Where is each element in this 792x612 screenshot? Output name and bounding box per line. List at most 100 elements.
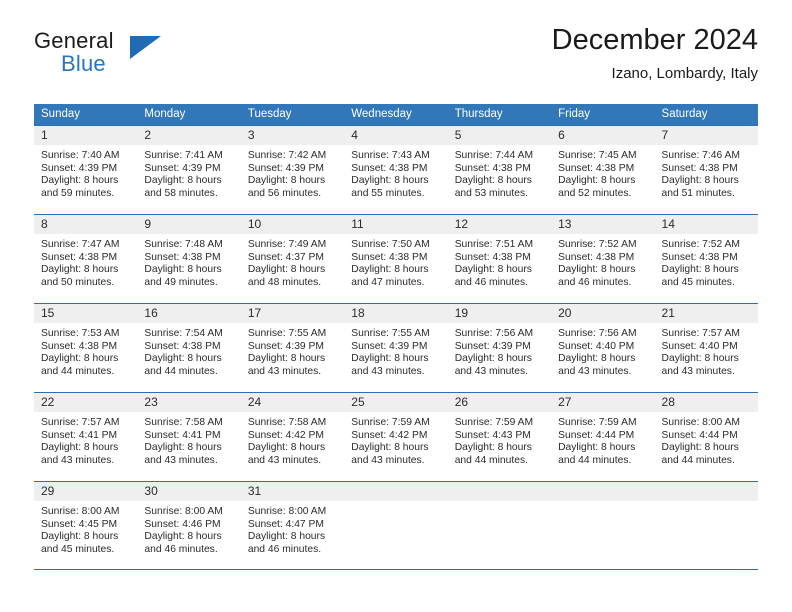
daylight-text-line1: Daylight: 8 hours [661, 353, 739, 365]
day-number: 26 [454, 395, 469, 409]
day-number-band: 28 [654, 393, 758, 412]
day-cell[interactable]: 14 Sunrise: 7:52 AM Sunset: 4:38 PM Dayl… [654, 215, 758, 303]
daylight-text-line2: and 59 minutes. [41, 187, 115, 199]
day-number-band: 18 [344, 304, 448, 323]
day-number: 27 [558, 395, 572, 409]
sunrise-text: Sunrise: 7:59 AM [351, 417, 430, 428]
day-cell[interactable]: 12 Sunrise: 7:51 AM Sunset: 4:38 PM Dayl… [447, 215, 552, 303]
daylight-text-line1: Daylight: 8 hours [247, 175, 326, 187]
day-cell[interactable]: 10 Sunrise: 7:49 AM Sunset: 4:37 PM Dayl… [240, 215, 345, 303]
day-cell[interactable]: 17 Sunrise: 7:55 AM Sunset: 4:39 PM Dayl… [240, 304, 345, 392]
title-block: December 2024 Izano, Lombardy, Italy [552, 22, 758, 85]
day-cell[interactable]: 5 Sunrise: 7:44 AM Sunset: 4:38 PM Dayli… [447, 126, 552, 214]
day-number-band: 16 [137, 304, 241, 323]
daylight-text-line2: and 44 minutes. [661, 454, 735, 466]
sunrise-text: Sunrise: 7:56 AM [558, 328, 637, 339]
day-cell[interactable]: 2 Sunrise: 7:41 AM Sunset: 4:39 PM Dayli… [137, 126, 241, 214]
day-cell[interactable]: 18 Sunrise: 7:55 AM Sunset: 4:39 PM Dayl… [344, 304, 448, 392]
day-number-band: 24 [240, 393, 345, 412]
day-number-band: 1 [34, 126, 138, 145]
day-cell[interactable]: 23 Sunrise: 7:58 AM Sunset: 4:41 PM Dayl… [137, 393, 241, 481]
sunset-text: Sunset: 4:38 PM [661, 162, 738, 174]
sunrise-text: Sunrise: 7:58 AM [144, 417, 223, 428]
page-header: General Blue December 2024 Izano, Lombar… [34, 24, 758, 94]
daylight-text-line1: Daylight: 8 hours [661, 264, 739, 276]
sunrise-text: Sunrise: 8:00 AM [247, 506, 327, 517]
day-cell[interactable]: 8 Sunrise: 7:47 AM Sunset: 4:38 PM Dayli… [34, 215, 138, 303]
daylight-text-line1: Daylight: 8 hours [351, 353, 429, 365]
sunset-text: Sunset: 4:40 PM [661, 340, 738, 352]
day-number-band: 13 [551, 215, 655, 234]
day-details: Sunrise: 7:43 AM Sunset: 4:38 PM Dayligh… [344, 145, 447, 200]
day-cell[interactable]: 13 Sunrise: 7:52 AM Sunset: 4:38 PM Dayl… [551, 215, 655, 303]
sunset-text: Sunset: 4:41 PM [41, 429, 118, 441]
sunset-text: Sunset: 4:39 PM [247, 340, 324, 352]
sunset-text: Sunset: 4:47 PM [247, 518, 324, 530]
daylight-text-line2: and 56 minutes. [247, 187, 322, 199]
day-cell[interactable]: 26 Sunrise: 7:59 AM Sunset: 4:43 PM Dayl… [447, 393, 552, 481]
daylight-text-line1: Daylight: 8 hours [247, 531, 326, 543]
day-cell[interactable]: 6 Sunrise: 7:45 AM Sunset: 4:38 PM Dayli… [551, 126, 655, 214]
day-cell[interactable]: 11 Sunrise: 7:50 AM Sunset: 4:38 PM Dayl… [344, 215, 448, 303]
sunrise-text: Sunrise: 7:45 AM [558, 150, 637, 161]
day-cell[interactable]: 1 Sunrise: 7:40 AM Sunset: 4:39 PM Dayli… [34, 126, 138, 214]
day-cell[interactable]: 15 Sunrise: 7:53 AM Sunset: 4:38 PM Dayl… [34, 304, 138, 392]
day-number-band: 5 [447, 126, 552, 145]
day-details: Sunrise: 7:40 AM Sunset: 4:39 PM Dayligh… [34, 145, 137, 200]
day-number-band: 3 [240, 126, 345, 145]
sunset-text: Sunset: 4:38 PM [351, 251, 428, 263]
daylight-text-line1: Daylight: 8 hours [41, 531, 119, 543]
page-title: December 2024 [551, 24, 758, 56]
daylight-text-line1: Daylight: 8 hours [558, 264, 636, 276]
sunrise-text: Sunrise: 7:41 AM [144, 150, 223, 161]
day-cell[interactable]: 16 Sunrise: 7:54 AM Sunset: 4:38 PM Dayl… [137, 304, 241, 392]
day-details: Sunrise: 7:56 AM Sunset: 4:40 PM Dayligh… [551, 323, 654, 378]
day-details: Sunrise: 7:51 AM Sunset: 4:38 PM Dayligh… [448, 234, 551, 289]
daylight-text-line1: Daylight: 8 hours [558, 442, 636, 454]
day-cell[interactable]: 22 Sunrise: 7:57 AM Sunset: 4:41 PM Dayl… [34, 393, 138, 481]
day-number: 14 [661, 217, 675, 231]
daylight-text-line1: Daylight: 8 hours [41, 264, 119, 276]
day-cell[interactable]: 27 Sunrise: 7:59 AM Sunset: 4:44 PM Dayl… [551, 393, 655, 481]
day-number: 2 [144, 128, 152, 142]
sunset-text: Sunset: 4:43 PM [454, 429, 531, 441]
daylight-text-line1: Daylight: 8 hours [661, 442, 739, 454]
day-cell[interactable]: 20 Sunrise: 7:56 AM Sunset: 4:40 PM Dayl… [551, 304, 655, 392]
day-number: 3 [247, 128, 255, 142]
day-cell[interactable]: 9 Sunrise: 7:48 AM Sunset: 4:38 PM Dayli… [137, 215, 241, 303]
day-number: 12 [454, 217, 469, 231]
day-cell[interactable]: 21 Sunrise: 7:57 AM Sunset: 4:40 PM Dayl… [654, 304, 758, 392]
daylight-text-line1: Daylight: 8 hours [247, 264, 326, 276]
day-cell[interactable]: 24 Sunrise: 7:58 AM Sunset: 4:42 PM Dayl… [240, 393, 345, 481]
day-number-band: 4 [344, 126, 448, 145]
day-cell[interactable]: 30 Sunrise: 8:00 AM Sunset: 4:46 PM Dayl… [137, 482, 241, 569]
day-cell[interactable]: 7 Sunrise: 7:46 AM Sunset: 4:38 PM Dayli… [654, 126, 758, 214]
logo[interactable]: General Blue [34, 28, 254, 88]
daylight-text-line2: and 43 minutes. [144, 454, 218, 466]
day-number: 5 [454, 128, 462, 142]
day-number-band: 15 [34, 304, 138, 323]
day-cell[interactable]: 19 Sunrise: 7:56 AM Sunset: 4:39 PM Dayl… [447, 304, 552, 392]
day-number: 13 [558, 217, 572, 231]
day-cell[interactable]: 4 Sunrise: 7:43 AM Sunset: 4:38 PM Dayli… [344, 126, 448, 214]
daylight-text-line2: and 43 minutes. [41, 454, 115, 466]
day-number: 4 [351, 128, 358, 142]
sunset-text: Sunset: 4:41 PM [144, 429, 221, 441]
daylight-text-line2: and 43 minutes. [247, 454, 322, 466]
day-number-band: 17 [240, 304, 345, 323]
sunset-text: Sunset: 4:38 PM [41, 251, 118, 263]
day-cell[interactable]: 28 Sunrise: 8:00 AM Sunset: 4:44 PM Dayl… [654, 393, 758, 481]
day-cell[interactable]: 29 Sunrise: 8:00 AM Sunset: 4:45 PM Dayl… [34, 482, 138, 569]
day-number-band: 31 [240, 482, 345, 501]
calendar-week-row: 29 Sunrise: 8:00 AM Sunset: 4:45 PM Dayl… [34, 481, 758, 570]
weekday-header-wednesday: Wednesday [351, 108, 412, 120]
day-cell[interactable]: 25 Sunrise: 7:59 AM Sunset: 4:42 PM Dayl… [344, 393, 448, 481]
day-cell[interactable]: 31 Sunrise: 8:00 AM Sunset: 4:47 PM Dayl… [240, 482, 345, 569]
day-cell[interactable]: 3 Sunrise: 7:42 AM Sunset: 4:39 PM Dayli… [240, 126, 345, 214]
daylight-text-line2: and 43 minutes. [247, 365, 322, 377]
day-number-band: 20 [551, 304, 655, 323]
daylight-text-line2: and 46 minutes. [247, 543, 322, 555]
daylight-text-line2: and 44 minutes. [41, 365, 115, 377]
day-details: Sunrise: 7:52 AM Sunset: 4:38 PM Dayligh… [551, 234, 654, 289]
sunset-text: Sunset: 4:38 PM [661, 251, 738, 263]
